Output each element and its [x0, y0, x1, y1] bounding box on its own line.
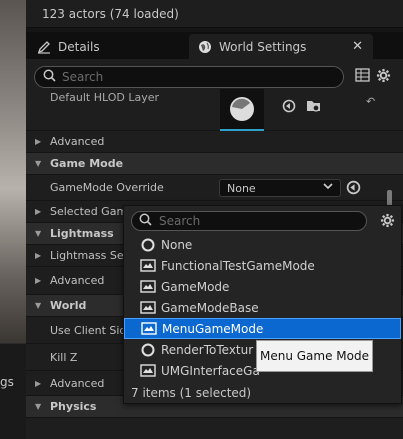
search-icon [43, 69, 56, 85]
expand-arrow-icon[interactable]: ▶ [35, 251, 41, 260]
level-viewport[interactable] [0, 0, 26, 343]
category-label: Game Mode [50, 157, 124, 170]
property-label: Selected Game [50, 205, 134, 218]
list-item[interactable]: GameMode [124, 276, 401, 297]
circle-icon [140, 343, 156, 357]
reset-arrow-icon[interactable] [282, 99, 296, 116]
property-label: Advanced [50, 376, 105, 390]
expand-arrow-icon[interactable]: ▶ [35, 379, 41, 388]
category-label: World [50, 299, 87, 312]
blueprint-icon [140, 280, 156, 294]
blueprint-icon [140, 301, 156, 315]
blueprint-icon [141, 322, 157, 336]
list-item-label: UMGInterfaceGa [161, 363, 260, 378]
search-icon [139, 213, 152, 229]
list-item[interactable]: None [124, 234, 401, 255]
reset-arrow-icon[interactable] [346, 180, 361, 198]
circle-icon [140, 238, 156, 252]
item-count: 7 items (1 selected) [131, 386, 252, 400]
browse-folder-icon[interactable] [306, 98, 322, 117]
tooltip: Menu Game Mode [256, 340, 373, 372]
tab-world-settings-label: World Settings [219, 39, 307, 54]
close-icon[interactable]: ✕ [352, 39, 363, 54]
list-item-selected[interactable]: MenuGameMode [124, 318, 401, 339]
list-item[interactable]: GameModeBase [124, 297, 401, 318]
category-label: Physics [50, 400, 97, 413]
property-row: Default HLOD Layer ↶ [26, 89, 403, 131]
property-label: Default HLOD Layer [50, 91, 159, 104]
list-item-label: MenuGameMode [162, 321, 264, 336]
property-row[interactable]: ▶ Advanced [26, 131, 403, 153]
list-item-label: GameMode [161, 279, 230, 294]
dropdown-search-input[interactable] [159, 214, 359, 228]
dropdown-search[interactable] [131, 211, 367, 231]
tooltip-text: Menu Game Mode [260, 349, 369, 363]
category-label: Lightmass [50, 227, 114, 240]
tab-bar: Details World Settings ✕ [26, 32, 403, 59]
expand-arrow-icon[interactable]: ▶ [35, 137, 41, 146]
blueprint-icon [140, 259, 156, 273]
class-picker-dropdown: None FunctionalTestGameMode GameMode Gam… [123, 205, 402, 404]
property-row: GameMode Override None [26, 175, 403, 201]
tab-details-label: Details [58, 39, 100, 54]
table-view-icon[interactable] [355, 68, 370, 86]
actor-count: 123 actors (74 loaded) [42, 6, 179, 21]
collapse-arrow-icon[interactable]: ▼ [35, 159, 41, 168]
blueprint-icon [140, 364, 156, 378]
tab-world-settings[interactable]: World Settings ✕ [189, 34, 373, 59]
combo-value: None [227, 181, 256, 195]
collapse-arrow-icon[interactable]: ▼ [35, 301, 41, 310]
outliner-status-bar: 123 actors (74 loaded) [26, 0, 403, 28]
tab-details[interactable]: Details [30, 34, 190, 59]
cut-label: gs [0, 375, 14, 389]
reset-to-default-icon[interactable]: ↶ [366, 95, 375, 108]
gear-icon[interactable] [380, 213, 395, 231]
list-item-label: FunctionalTestGameMode [161, 258, 315, 273]
property-label: Advanced [50, 274, 105, 287]
globe-icon [195, 39, 215, 55]
category-header[interactable]: ▼ Game Mode [26, 153, 403, 175]
property-label: Advanced [50, 135, 105, 148]
asset-thumbnail[interactable] [220, 89, 264, 131]
property-label: Lightmass Set [50, 249, 128, 262]
collapse-arrow-icon[interactable]: ▼ [35, 229, 41, 238]
expand-arrow-icon[interactable]: ▶ [35, 207, 41, 216]
property-label: GameMode Override [50, 181, 164, 194]
gamemode-combo[interactable]: None [219, 179, 341, 197]
property-label: Use Client Side [50, 323, 134, 337]
chevron-down-icon [323, 181, 333, 194]
list-item-label: GameModeBase [161, 300, 259, 315]
details-search[interactable] [34, 66, 344, 88]
expand-arrow-icon[interactable]: ▶ [35, 276, 41, 285]
pencil-icon [34, 39, 54, 55]
list-item-label: RenderToTextur [161, 342, 254, 357]
list-item[interactable]: FunctionalTestGameMode [124, 255, 401, 276]
collapse-arrow-icon[interactable]: ▼ [35, 402, 41, 411]
gear-icon[interactable] [376, 68, 391, 86]
list-item-label: None [161, 237, 193, 252]
viewport-bottom-panel: gs [0, 343, 26, 439]
details-search-input[interactable] [62, 70, 322, 84]
property-label: Kill Z [50, 350, 78, 364]
